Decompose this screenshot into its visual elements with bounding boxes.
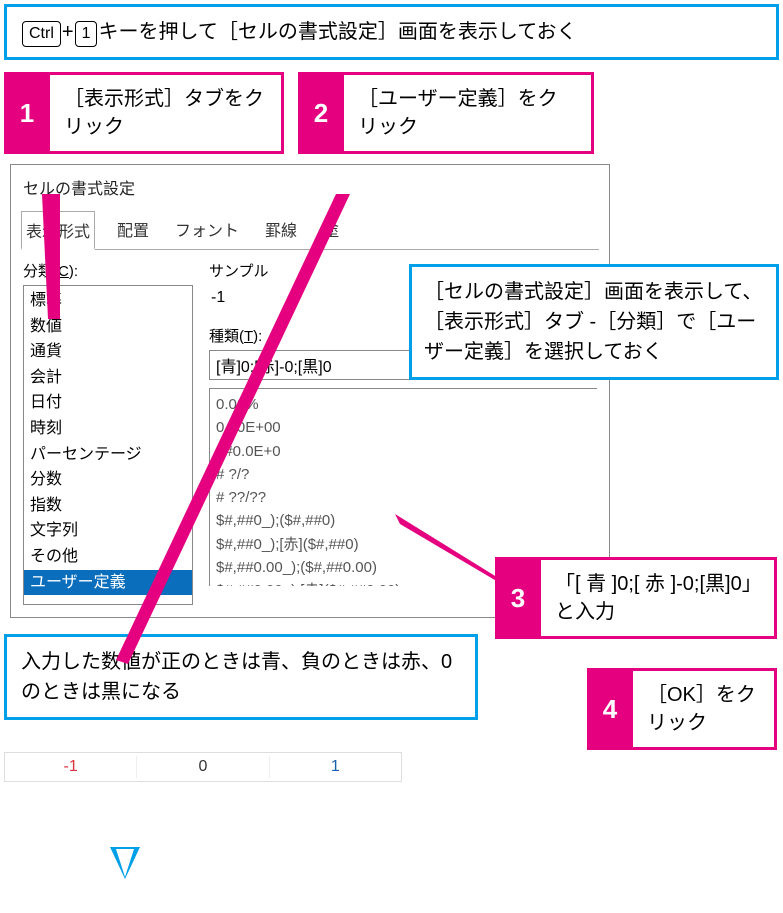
format-item[interactable]: # ??/?? [216,486,591,509]
category-item-scientific[interactable]: 指数 [24,493,192,519]
category-item-accounting[interactable]: 会計 [24,365,192,391]
dialog-tabs: 表示形式 配置 フォント 罫線 塗 [11,205,609,250]
ctrl-key-label: Ctrl [22,21,61,47]
category-item-standard[interactable]: 標準 [24,288,192,314]
callout-1-text: ［表示形式］タブをクリック [50,72,284,154]
tab-alignment[interactable]: 配置 [113,211,153,250]
category-label-post: ): [69,263,78,280]
callout-1-number: 1 [4,72,50,154]
format-item[interactable]: $#,##0_);($#,##0) [216,509,591,532]
callout-1: 1 ［表示形式］タブをクリック [4,72,284,154]
callout-4-text: ［OK］をクリック [633,668,777,750]
format-item[interactable]: $#,##0_);[赤]($#,##0) [216,533,591,556]
type-label-underline: T [244,328,253,345]
category-item-text[interactable]: 文字列 [24,518,192,544]
dialog-title: セルの書式設定 [11,165,609,205]
category-list[interactable]: 標準 数値 通貨 会計 日付 時刻 パーセンテージ 分数 指数 文字列 その他 … [23,285,193,605]
result-row: -1 0 1 [4,752,402,782]
callout-4: 4 ［OK］をクリック [587,668,777,750]
side-note: ［セルの書式設定］画面を表示して、［表示形式］タブ -［分類］で［ユーザー定義］… [409,264,779,380]
category-item-other[interactable]: その他 [24,544,192,570]
category-item-percentage[interactable]: パーセンテージ [24,442,192,468]
format-item[interactable]: # ?/? [216,463,591,486]
category-item-currency[interactable]: 通貨 [24,339,192,365]
top-instruction-box: Ctrl+1キーを押して［セルの書式設定］画面を表示しておく [4,4,779,60]
type-label-pre: 種類( [209,328,244,345]
tab-separator [21,249,599,250]
tab-fill[interactable]: 塗 [319,211,343,250]
callout-3: 3 「[ 青 ]0;[ 赤 ]-0;[黒]0」と入力 [495,557,777,639]
top-instruction-text: キーを押して［セルの書式設定］画面を表示しておく [98,21,576,43]
category-item-number[interactable]: 数値 [24,314,192,340]
format-item[interactable]: ##0.0E+0 [216,440,591,463]
callouts-row: 1 ［表示形式］タブをクリック 2 ［ユーザー定義］をクリック [4,72,779,154]
bottom-note: 入力した数値が正のときは青、負のときは赤、0のときは黒になる [4,634,478,720]
result-negative: -1 [5,756,137,778]
callout-4-number: 4 [587,668,633,750]
result-zero: 0 [137,756,269,778]
tab-font[interactable]: フォント [171,211,243,250]
format-item[interactable]: 0.00E+00 [216,416,591,439]
tab-number-format[interactable]: 表示形式 [21,211,95,250]
plus: + [62,21,74,43]
callout-3-number: 3 [495,557,541,639]
type-label-post: ): [253,328,262,345]
category-item-time[interactable]: 時刻 [24,416,192,442]
one-key-label: 1 [75,21,98,47]
category-item-user-defined[interactable]: ユーザー定義 [24,570,192,596]
category-item-date[interactable]: 日付 [24,390,192,416]
callout-2-number: 2 [298,72,344,154]
category-item-fraction[interactable]: 分数 [24,467,192,493]
format-item[interactable]: 0.00% [216,393,591,416]
category-column: 分類(C): 標準 数値 通貨 会計 日付 時刻 パーセンテージ 分数 指数 文… [23,260,193,605]
category-label: 分類(C): [23,260,193,281]
tab-border[interactable]: 罫線 [261,211,301,250]
callout-2-text: ［ユーザー定義］をクリック [344,72,594,154]
callout-3-text: 「[ 青 ]0;[ 赤 ]-0;[黒]0」と入力 [541,557,777,639]
result-positive: 1 [270,756,401,778]
category-label-underline: C [58,263,69,280]
category-label-pre: 分類( [23,263,58,280]
format-cells-dialog: セルの書式設定 表示形式 配置 フォント 罫線 塗 分類(C): 標準 数値 通… [10,164,610,618]
callout-2: 2 ［ユーザー定義］をクリック [298,72,594,154]
